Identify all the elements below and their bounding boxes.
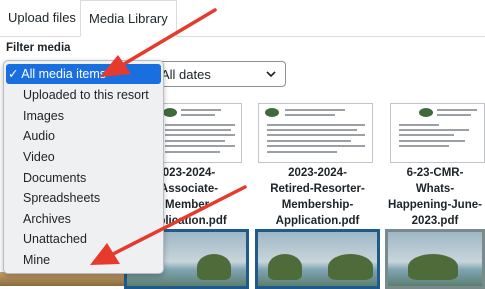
annotation-arrow-icon xyxy=(90,8,247,265)
